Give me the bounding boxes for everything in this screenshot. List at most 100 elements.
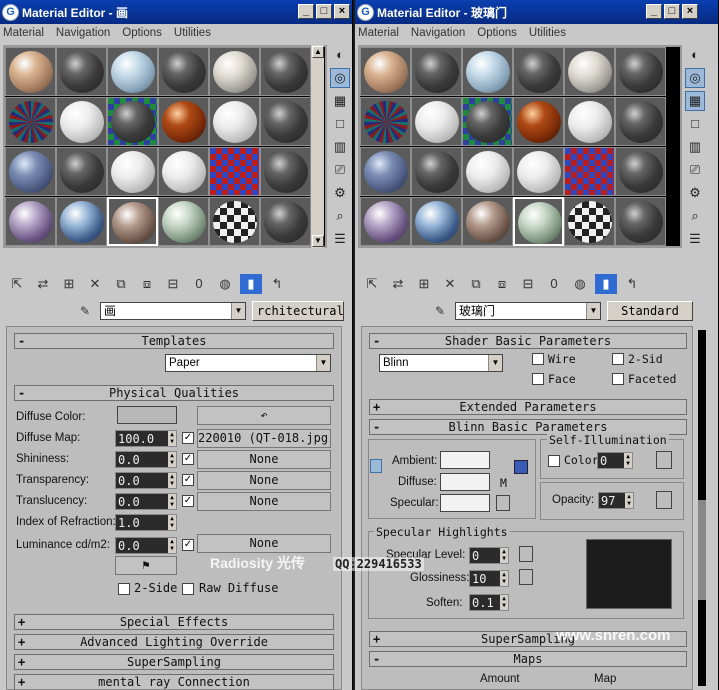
sample-slot[interactable] xyxy=(56,197,107,246)
diffuse-color-map-button[interactable]: ↶ xyxy=(197,406,331,425)
put-to-library-icon[interactable]: ⊟ xyxy=(517,274,539,294)
templates-dropdown[interactable]: Paper ▼ xyxy=(165,354,331,372)
select-by-material-icon[interactable]: ⌕ xyxy=(685,206,705,226)
sample-slot[interactable] xyxy=(360,147,411,196)
supersampling-rollout[interactable]: + SuperSampling xyxy=(14,654,334,670)
background-icon[interactable]: ▦ xyxy=(330,91,350,111)
material-type-button[interactable]: rchitectural xyxy=(252,301,344,321)
sample-slot[interactable] xyxy=(56,47,107,96)
background-icon[interactable]: ▦ xyxy=(685,91,705,111)
sample-slot[interactable] xyxy=(209,97,260,146)
diffuse-color-swatch[interactable] xyxy=(440,473,490,491)
templates-rollout[interactable]: - Templates xyxy=(14,333,334,349)
menu-material[interactable]: Material xyxy=(358,27,399,39)
shininess-spinner[interactable]: 0.0 ▲ ▼ xyxy=(115,451,177,468)
transparency-spinner[interactable]: 0.0 ▲ ▼ xyxy=(115,472,177,489)
lock-bracket-icon[interactable] xyxy=(370,483,382,497)
shader-basic-rollout[interactable]: - Shader Basic Parameters xyxy=(369,333,687,349)
sample-slot[interactable] xyxy=(513,47,564,96)
panel-scrollbar[interactable] xyxy=(698,330,706,686)
scrollbar-thumb[interactable] xyxy=(698,500,706,600)
sample-slot[interactable] xyxy=(411,147,462,196)
eyedropper-icon[interactable]: ✎ xyxy=(431,302,449,320)
sample-slot[interactable] xyxy=(360,97,411,146)
sample-slot[interactable] xyxy=(411,47,462,96)
sample-slot[interactable] xyxy=(615,97,666,146)
sample-slot[interactable] xyxy=(5,47,56,96)
faceted-checkbox[interactable] xyxy=(612,373,624,385)
sample-type-icon[interactable]: ◐ xyxy=(685,45,705,65)
sample-slot[interactable] xyxy=(158,197,209,246)
sample-slot[interactable] xyxy=(462,97,513,146)
sample-slot-active[interactable] xyxy=(513,197,564,246)
sample-slot[interactable] xyxy=(360,197,411,246)
put-to-scene-icon[interactable]: ⇄ xyxy=(387,274,409,294)
menu-options[interactable]: Options xyxy=(477,27,517,39)
self-illum-spinner[interactable]: 0 ▲ ▼ xyxy=(597,452,633,469)
diffuse-map-button[interactable]: 220010 (QT-018.jpg) xyxy=(197,429,331,448)
luminance-map-button[interactable]: None xyxy=(197,534,331,553)
sample-slot[interactable] xyxy=(462,147,513,196)
dropdown-arrow-icon[interactable]: ▼ xyxy=(488,355,502,371)
options-icon[interactable]: ⚙ xyxy=(330,183,350,203)
make-preview-icon[interactable]: ⎚ xyxy=(330,160,350,180)
video-check-icon[interactable]: ▥ xyxy=(330,137,350,157)
specular-color-swatch[interactable] xyxy=(440,494,490,512)
menu-utilities[interactable]: Utilities xyxy=(529,27,566,39)
title-bar[interactable]: G Material Editor - 玻璃门 _ □ × xyxy=(355,0,718,24)
put-to-library-icon[interactable]: ⊟ xyxy=(162,274,184,294)
mental-ray-rollout[interactable]: + mental ray Connection xyxy=(14,674,334,689)
translucency-map-button[interactable]: None xyxy=(197,492,331,511)
opacity-map-button[interactable] xyxy=(656,491,672,509)
shininess-checkbox[interactable]: ✓ xyxy=(182,453,194,465)
sample-slot[interactable] xyxy=(615,197,666,246)
sample-slot[interactable] xyxy=(615,47,666,96)
scroll-up-arrow-icon[interactable]: ▲ xyxy=(312,46,324,58)
get-material-icon[interactable]: ⇱ xyxy=(361,274,383,294)
make-unique-icon[interactable]: ⧈ xyxy=(136,274,158,294)
extended-parameters-rollout[interactable]: + Extended Parameters xyxy=(369,399,687,415)
show-map-icon[interactable]: ◍ xyxy=(569,274,591,294)
maps-rollout[interactable]: - Maps xyxy=(369,651,687,667)
show-end-result-icon[interactable]: ▮ xyxy=(240,274,262,294)
show-end-result-icon[interactable]: ▮ xyxy=(595,274,617,294)
menu-options[interactable]: Options xyxy=(122,27,162,39)
sample-slot[interactable] xyxy=(5,97,56,146)
make-preview-icon[interactable]: ⎚ xyxy=(685,160,705,180)
two-sided-checkbox[interactable] xyxy=(612,353,624,365)
go-to-parent-icon[interactable]: ↰ xyxy=(621,274,643,294)
sample-slot[interactable] xyxy=(360,47,411,96)
menu-navigation[interactable]: Navigation xyxy=(56,27,110,39)
sample-slot[interactable] xyxy=(615,147,666,196)
sample-slot[interactable] xyxy=(260,197,311,246)
backlight-icon[interactable]: ◎ xyxy=(330,68,350,88)
options-icon[interactable]: ⚙ xyxy=(685,183,705,203)
material-id-icon[interactable]: 0 xyxy=(188,274,210,294)
sample-slot[interactable] xyxy=(209,197,260,246)
diffuse-map-indicator[interactable]: M xyxy=(500,476,507,490)
sample-slot[interactable] xyxy=(158,147,209,196)
sample-slot[interactable] xyxy=(209,47,260,96)
select-by-material-icon[interactable]: ⌕ xyxy=(330,206,350,226)
material-type-button[interactable]: Standard xyxy=(607,301,693,321)
sample-slot[interactable] xyxy=(411,97,462,146)
menu-navigation[interactable]: Navigation xyxy=(411,27,465,39)
sample-slot[interactable] xyxy=(209,147,260,196)
lock-ambient-icon[interactable] xyxy=(370,459,382,473)
reset-icon[interactable]: ✕ xyxy=(84,274,106,294)
specular-map-button[interactable] xyxy=(496,495,510,511)
eyedropper-icon[interactable]: ✎ xyxy=(76,302,94,320)
luminance-spinner[interactable]: 0.0 ▲ ▼ xyxy=(115,537,177,554)
assign-to-selection-icon[interactable]: ⊞ xyxy=(58,274,80,294)
material-name-field[interactable]: 玻璃门 ▼ xyxy=(455,302,601,320)
sample-slot[interactable] xyxy=(107,47,158,96)
sample-slot[interactable] xyxy=(56,97,107,146)
uv-tiling-icon[interactable]: □ xyxy=(685,114,705,134)
soften-spinner[interactable]: 0.1 ▲ ▼ xyxy=(469,594,509,611)
sample-slot[interactable] xyxy=(5,197,56,246)
material-navigator-icon[interactable]: ☰ xyxy=(685,229,705,249)
sample-slot[interactable] xyxy=(107,97,158,146)
physical-qualities-rollout[interactable]: - Physical Qualities xyxy=(14,385,334,401)
dropdown-arrow-icon[interactable]: ▼ xyxy=(316,355,330,371)
lock-diffuse-specular-icon[interactable] xyxy=(514,460,528,474)
